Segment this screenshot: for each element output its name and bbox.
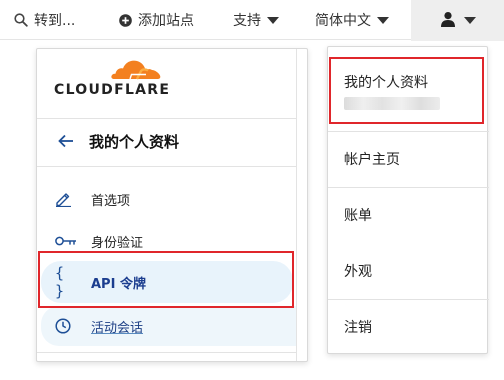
profile-side-panel: CLOUDFLARE 我的个人资料 首选项 身份验证 { } API 令牌 活动… (36, 48, 308, 362)
user-menu-button[interactable] (411, 0, 504, 41)
add-site-label: 添加站点 (138, 13, 194, 29)
nav-item-preferences[interactable]: 首选项 (41, 179, 293, 219)
cloudflare-wordmark: CLOUDFLARE (54, 82, 171, 98)
divider (328, 131, 489, 132)
panel-divider (296, 49, 297, 361)
divider (328, 187, 489, 188)
nav-item-active-sessions[interactable]: 活动会话 (41, 306, 296, 346)
menu-item-label: 账单 (344, 208, 372, 224)
caret-down-icon (377, 16, 389, 24)
menu-item-label: 注销 (344, 320, 372, 336)
caret-down-icon (463, 17, 476, 24)
support-dropdown[interactable]: 支持 (233, 0, 279, 40)
profile-back-row[interactable]: 我的个人资料 (37, 119, 296, 163)
cloudflare-cloud-icon (111, 60, 161, 80)
menu-item-label: 外观 (344, 264, 372, 280)
nav-item-label: 首选项 (91, 193, 131, 209)
goto-label: 转到... (34, 13, 76, 29)
highlight-box-my-profile (329, 57, 484, 124)
nav-item-label: 身份验证 (91, 235, 144, 251)
divider (37, 166, 296, 167)
highlight-box-api-tokens (38, 251, 294, 308)
menu-item-appearance[interactable]: 外观 (328, 251, 489, 291)
menu-item-account-home[interactable]: 帐户主页 (328, 139, 489, 179)
plus-circle-icon (119, 13, 132, 27)
back-arrow-icon[interactable] (58, 134, 74, 148)
menu-item-label: 帐户主页 (344, 152, 400, 168)
key-icon (55, 236, 87, 246)
nav-item-label: 活动会话 (91, 320, 144, 336)
menu-item-billing[interactable]: 账单 (328, 195, 489, 235)
menu-item-logout[interactable]: 注销 (328, 307, 489, 347)
panel-title: 我的个人资料 (89, 132, 180, 151)
goto-button[interactable]: 转到... (14, 0, 75, 40)
support-label: 支持 (233, 13, 261, 29)
pencil-icon (55, 191, 87, 207)
language-label: 简体中文 (315, 13, 371, 29)
language-dropdown[interactable]: 简体中文 (315, 0, 389, 40)
top-navigation-bar: 转到... 添加站点 支持 简体中文 (0, 0, 504, 41)
divider (328, 299, 489, 300)
add-site-button[interactable]: 添加站点 (119, 0, 194, 40)
user-icon (440, 11, 456, 31)
clock-icon (55, 318, 87, 334)
cloudflare-logo[interactable]: CLOUDFLARE (37, 49, 296, 107)
search-icon (14, 13, 28, 27)
caret-down-icon (267, 16, 279, 24)
divider (37, 352, 296, 353)
